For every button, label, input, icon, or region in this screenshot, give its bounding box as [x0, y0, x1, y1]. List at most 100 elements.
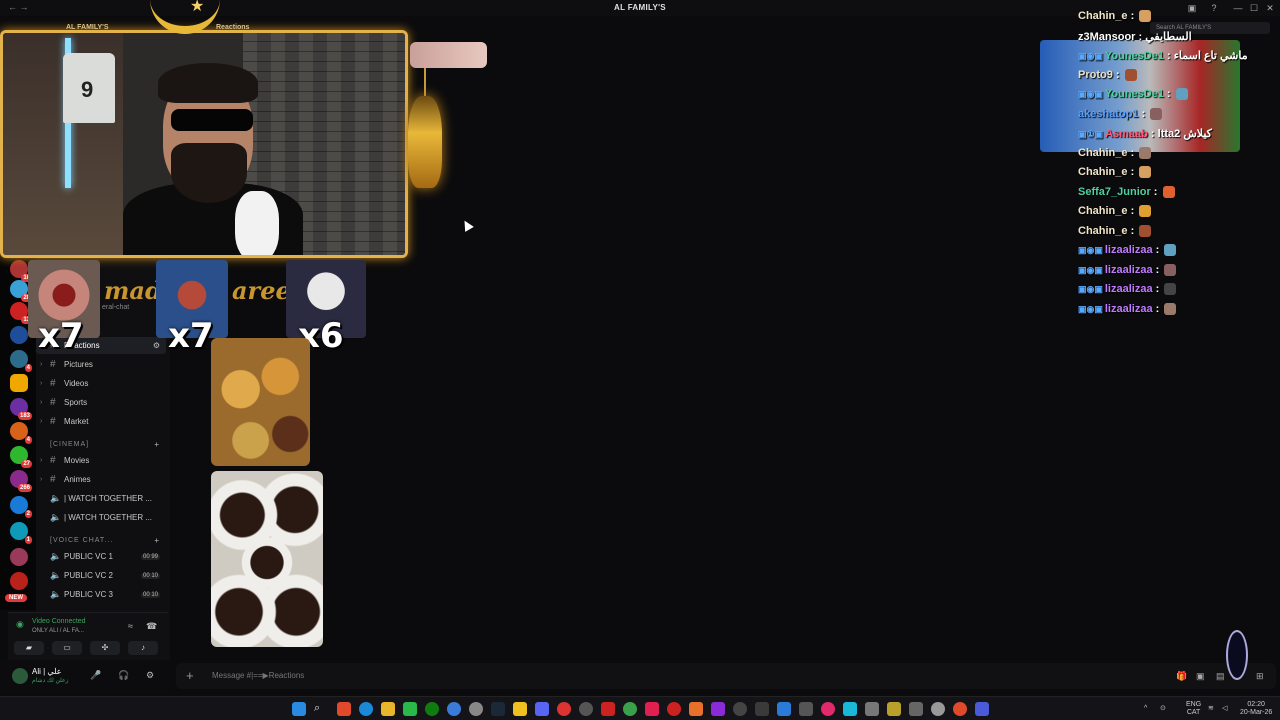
app-icon[interactable]: [601, 702, 615, 716]
app-icon[interactable]: [689, 702, 703, 716]
chat-image[interactable]: [410, 42, 487, 68]
app-tray-icon[interactable]: ⊙: [1160, 705, 1166, 713]
brave-icon[interactable]: [337, 702, 351, 716]
channel-market[interactable]: › # Market: [36, 413, 166, 430]
apps-icon[interactable]: ⊞: [1256, 671, 1264, 682]
chevron-up-icon[interactable]: ^: [1144, 705, 1147, 713]
app-icon[interactable]: [733, 702, 747, 716]
streamer-hair: [158, 63, 258, 103]
wifi-icon[interactable]: ≋: [1208, 705, 1214, 713]
xbox-icon[interactable]: [425, 702, 439, 716]
server-icon[interactable]: [10, 374, 28, 392]
chat-separator: :: [1147, 128, 1158, 140]
disconnect-icon[interactable]: ☎: [146, 621, 157, 632]
app-icon[interactable]: [513, 702, 527, 716]
activities-button[interactable]: ✣: [90, 641, 120, 655]
server-icon[interactable]: 4: [10, 350, 32, 372]
voice-channel-public-1[interactable]: 🔈 PUBLIC VC 1 00 99: [36, 548, 166, 565]
gear-icon[interactable]: ⚙: [146, 670, 154, 681]
stream-chat-line: ▣◉▣ lizaalizaa :: [1078, 283, 1177, 299]
stream-chat-overlay: Chahin_e : z3Mansoor : السطايفي ▣◉▣ Younes…: [1070, 0, 1280, 315]
app-icon[interactable]: [623, 702, 637, 716]
app-icon[interactable]: [799, 702, 813, 716]
app-icon[interactable]: [755, 702, 769, 716]
app-icon[interactable]: [667, 702, 681, 716]
clock[interactable]: 02:20 20-Mar-26: [1240, 701, 1272, 717]
server-icon[interactable]: 13: [10, 302, 32, 324]
server-icon[interactable]: [10, 548, 28, 566]
search-icon[interactable]: ⌕: [314, 702, 328, 716]
channel-pictures[interactable]: › # Pictures: [36, 356, 166, 373]
twitch-icon[interactable]: [711, 702, 725, 716]
camera-button[interactable]: ▰: [14, 641, 44, 655]
app-icon[interactable]: [777, 702, 791, 716]
voice-channel-public-2[interactable]: 🔈 PUBLIC VC 2 00 10: [36, 567, 166, 584]
soundboard-button[interactable]: ♪: [128, 641, 158, 655]
channel-movies[interactable]: › # Movies: [36, 452, 166, 469]
channel-sports[interactable]: › # Sports: [36, 394, 166, 411]
edge-icon[interactable]: [359, 702, 373, 716]
channel-settings-icon[interactable]: ⚙: [153, 341, 160, 350]
server-icon[interactable]: 28: [10, 280, 32, 302]
message-composer[interactable]: + Message #|==▶Reactions 🎁 ▣ ▤ ⊞: [176, 663, 1276, 689]
add-attachment-icon[interactable]: +: [186, 668, 194, 683]
gift-icon[interactable]: 🎁: [1176, 671, 1187, 682]
voice-channel-public-3[interactable]: 🔈 PUBLIC VC 3 00 10: [36, 586, 166, 603]
microphone-icon[interactable]: 🎤: [90, 670, 101, 681]
headphones-icon[interactable]: 🎧: [118, 670, 129, 681]
avatar[interactable]: [12, 668, 28, 684]
server-icon[interactable]: 266: [10, 470, 32, 492]
chat-username: lizaalizaa: [1104, 283, 1153, 295]
start-icon[interactable]: [292, 702, 306, 716]
chrome-icon[interactable]: [557, 702, 571, 716]
voice-channel-watch-together[interactable]: 🔈 | WATCH TOGETHER ...: [36, 509, 166, 526]
app-icon[interactable]: [909, 702, 923, 716]
add-channel-icon[interactable]: +: [154, 440, 160, 449]
chat-username: z3Mansoor: [1078, 30, 1136, 43]
server-icon[interactable]: 4: [10, 422, 32, 444]
obs-icon[interactable]: [579, 702, 593, 716]
app-icon[interactable]: [821, 702, 835, 716]
server-icon[interactable]: 2: [10, 496, 32, 518]
chat-emote-icon: [1139, 224, 1152, 237]
voice-channel-watch-together[interactable]: 🔈 | WATCH TOGETHER ...: [36, 490, 166, 507]
app-icon[interactable]: [953, 702, 967, 716]
add-channel-icon[interactable]: +: [154, 536, 160, 545]
server-icon[interactable]: 1: [10, 522, 32, 544]
microphone-mascot: [235, 191, 279, 255]
category-voice-chat[interactable]: [VOICE CHAT... +: [36, 532, 166, 549]
volume-icon[interactable]: ◁: [1222, 705, 1227, 713]
sticker-icon[interactable]: ▤: [1216, 671, 1225, 682]
channel-videos[interactable]: › # Videos: [36, 375, 166, 392]
server-icon[interactable]: 16: [10, 260, 32, 282]
browser-icon[interactable]: [447, 702, 461, 716]
server-icon[interactable]: [10, 572, 28, 590]
app-icon[interactable]: [975, 702, 989, 716]
channel-animes[interactable]: › # Animes: [36, 471, 166, 488]
folder-icon[interactable]: [381, 702, 395, 716]
server-icon[interactable]: 27: [10, 446, 32, 468]
app-icon[interactable]: [843, 702, 857, 716]
chat-image-chocolates[interactable]: [211, 471, 323, 647]
app-icon[interactable]: [403, 702, 417, 716]
noise-icon[interactable]: ≈: [128, 621, 133, 631]
discord-icon[interactable]: [535, 702, 549, 716]
app-icon[interactable]: [469, 702, 483, 716]
server-icon[interactable]: [10, 326, 28, 344]
steam-icon[interactable]: [491, 702, 505, 716]
chat-emote-icon: [1150, 107, 1163, 120]
screen-share-button[interactable]: ▭: [52, 641, 82, 655]
gif-icon[interactable]: ▣: [1196, 671, 1205, 682]
chat-image-sweets[interactable]: [211, 338, 310, 466]
app-icon[interactable]: [887, 702, 901, 716]
message-input[interactable]: Message #|==▶Reactions: [212, 671, 304, 680]
category-cinema[interactable]: [CINEMA] +: [36, 436, 166, 453]
tiktok-icon[interactable]: [645, 702, 659, 716]
language-indicator[interactable]: ENG CAT: [1186, 701, 1201, 717]
server-icon[interactable]: 183: [10, 398, 32, 420]
app-icon[interactable]: [865, 702, 879, 716]
chat-emote-icon: [1124, 68, 1137, 81]
hash-icon: #: [50, 397, 56, 408]
app-icon[interactable]: [931, 702, 945, 716]
stream-chat-line: Chahin_e :: [1078, 205, 1152, 221]
